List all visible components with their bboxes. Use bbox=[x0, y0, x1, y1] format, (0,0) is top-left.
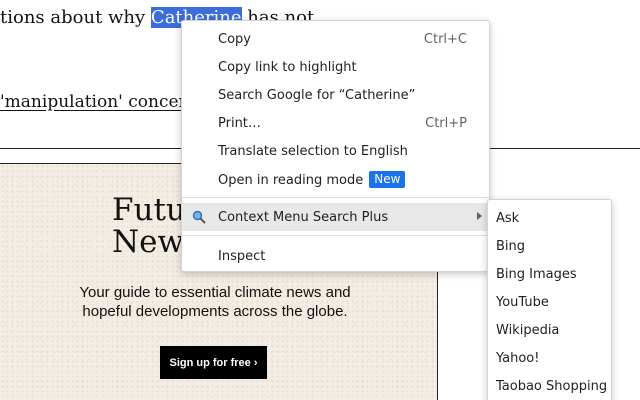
submenu-item-label: Yahoo! bbox=[496, 350, 540, 366]
menu-item-context-menu-search-plus[interactable]: Context Menu Search Plus bbox=[182, 203, 489, 231]
text-before-selection: tions about why bbox=[0, 7, 151, 28]
submenu-item-label: Wikipedia bbox=[496, 322, 560, 338]
menu-item-inspect[interactable]: Inspect bbox=[182, 242, 489, 270]
menu-item-label: Context Menu Search Plus bbox=[218, 209, 389, 225]
new-badge: New bbox=[369, 170, 406, 188]
menu-item-search-google[interactable]: Search Google for “Catherine” bbox=[182, 81, 489, 109]
menu-item-label: Open in reading mode New bbox=[218, 170, 406, 188]
shortcut-label: Ctrl+P bbox=[425, 115, 467, 131]
menu-separator bbox=[182, 197, 489, 198]
context-menu: Copy Ctrl+C Copy link to highlight Searc… bbox=[181, 20, 490, 272]
sign-up-button[interactable]: Sign up for free › bbox=[160, 346, 267, 379]
submenu-item-label: Taobao Shopping bbox=[496, 378, 608, 394]
submenu-item-label: Bing Images bbox=[496, 266, 577, 282]
submenu-item-yahoo[interactable]: Yahoo! bbox=[488, 344, 611, 372]
submenu-item-label: YouTube bbox=[496, 294, 549, 310]
submenu-item-bing[interactable]: Bing bbox=[488, 232, 611, 260]
menu-item-copy-link[interactable]: Copy link to highlight bbox=[182, 53, 489, 81]
menu-item-label: Search Google for “Catherine” bbox=[218, 87, 416, 103]
search-engine-submenu: Ask Bing Bing Images YouTube Wikipedia Y… bbox=[487, 199, 612, 400]
menu-item-label: Translate selection to English bbox=[218, 143, 408, 159]
menu-item-label: Copy link to highlight bbox=[218, 59, 357, 75]
menu-separator bbox=[182, 235, 489, 236]
chevron-right-icon bbox=[477, 212, 482, 220]
submenu-item-label: Bing bbox=[496, 238, 526, 254]
submenu-item-label: Ask bbox=[496, 210, 520, 226]
menu-item-label: Inspect bbox=[218, 248, 266, 264]
menu-item-label: Print… bbox=[218, 115, 261, 131]
article-link-headline[interactable]: 'manipulation' concer bbox=[0, 89, 187, 115]
menu-item-copy[interactable]: Copy Ctrl+C bbox=[182, 25, 489, 53]
menu-item-print[interactable]: Print… Ctrl+P bbox=[182, 109, 489, 137]
menu-item-translate[interactable]: Translate selection to English bbox=[182, 137, 489, 165]
shortcut-label: Ctrl+C bbox=[423, 31, 467, 47]
submenu-item-bing-images[interactable]: Bing Images bbox=[488, 260, 611, 288]
submenu-item-wikipedia[interactable]: Wikipedia bbox=[488, 316, 611, 344]
submenu-item-youtube[interactable]: YouTube bbox=[488, 288, 611, 316]
menu-item-reading-mode[interactable]: Open in reading mode New bbox=[182, 165, 489, 193]
menu-item-label: Copy bbox=[218, 31, 251, 47]
submenu-item-taobao-shopping[interactable]: Taobao Shopping bbox=[488, 372, 611, 400]
promo-subtitle: Your guide to essential climate news and… bbox=[79, 284, 351, 320]
promo-title: Future News bbox=[112, 192, 220, 260]
submenu-item-ask[interactable]: Ask bbox=[488, 204, 611, 232]
magnifier-icon bbox=[192, 210, 206, 224]
